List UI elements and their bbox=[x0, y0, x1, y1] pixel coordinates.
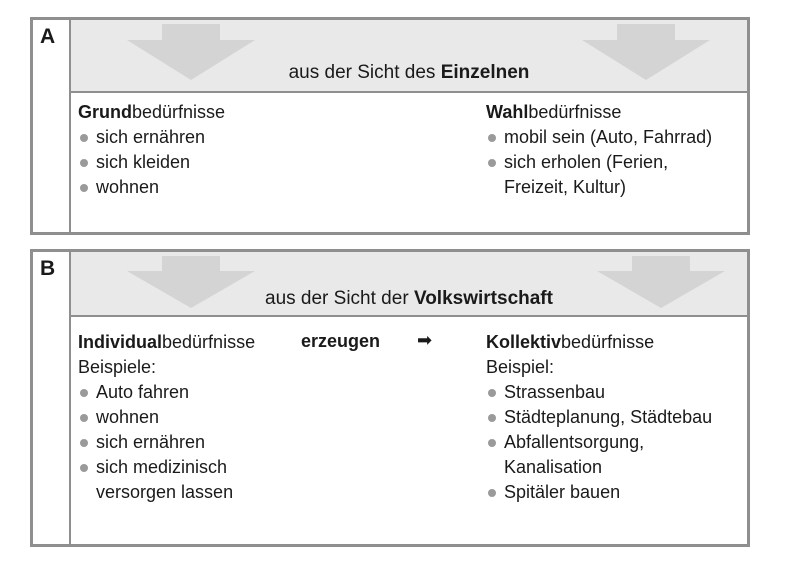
list-item: Abfallentsorgung, bbox=[486, 430, 712, 455]
bullet-icon bbox=[488, 134, 496, 142]
individual-title-rest: bedürfnisse bbox=[162, 332, 256, 352]
list-item-label: wohnen bbox=[96, 177, 160, 197]
bullet-icon bbox=[488, 439, 496, 447]
list-item-label: sich medizinisch bbox=[96, 457, 228, 477]
list-item: Städteplanung, Städtebau bbox=[486, 405, 712, 430]
panel-a-title-prefix: aus der Sicht des bbox=[288, 62, 441, 83]
list-item-label: sich erholen (Ferien, bbox=[504, 152, 669, 172]
list-item-label: Abfallentsorgung, bbox=[504, 432, 645, 452]
panel-b-title-prefix: aus der Sicht der bbox=[265, 288, 414, 309]
bullet-icon bbox=[488, 414, 496, 422]
bullet-icon bbox=[488, 389, 496, 397]
list-item-label: Städteplanung, Städtebau bbox=[504, 407, 713, 427]
grund-title-bold: Grund bbox=[78, 102, 132, 122]
bullet-icon bbox=[80, 439, 88, 447]
individual-title-bold: Individual bbox=[78, 332, 163, 352]
kollektiv-subtitle: Beispiel: bbox=[486, 357, 555, 377]
wahl-column: Wahlbedürfnisse mobil sein (Auto, Fahrra… bbox=[486, 100, 712, 200]
bullet-icon bbox=[80, 159, 88, 167]
individual-column: Individualbedürfnisse Beispiele: Auto fa… bbox=[78, 330, 255, 505]
list-item-label: Spitäler bauen bbox=[504, 482, 621, 502]
bullet-icon bbox=[488, 159, 496, 167]
list-item-label: Auto fahren bbox=[96, 382, 190, 402]
panel-b-letter: B bbox=[40, 257, 56, 280]
grund-column: Grundbedürfnisse sich ernähren sich klei… bbox=[78, 100, 225, 200]
panel-b-title: aus der Sicht der Volkswirtschaft bbox=[71, 288, 747, 310]
list-item-label: mobil sein (Auto, Fahrrad) bbox=[504, 127, 713, 147]
kollektiv-title-bold: Kollektiv bbox=[486, 332, 562, 352]
bullet-icon bbox=[80, 184, 88, 192]
list-item-label: sich kleiden bbox=[96, 152, 191, 172]
list-item: sich ernähren bbox=[78, 125, 225, 150]
wahl-title-rest: bedürfnisse bbox=[528, 102, 622, 122]
list-item-label: Kanalisation bbox=[504, 457, 603, 477]
bullet-icon bbox=[80, 389, 88, 397]
list-item: mobil sein (Auto, Fahrrad) bbox=[486, 125, 712, 150]
list-item: sich medizinisch bbox=[78, 455, 255, 480]
panel-b-letter-column: B bbox=[33, 252, 71, 544]
panel-a-letter: A bbox=[40, 25, 56, 48]
panel-a-title: aus der Sicht des Einzelnen bbox=[71, 62, 747, 84]
list-item-label: sich ernähren bbox=[96, 432, 206, 452]
list-item: sich ernähren bbox=[78, 430, 255, 455]
right-arrow-icon: ➡ bbox=[417, 330, 433, 350]
list-item: Strassenbau bbox=[486, 380, 712, 405]
wahl-title: Wahlbedürfnisse bbox=[486, 100, 712, 125]
list-item: Auto fahren bbox=[78, 380, 255, 405]
grund-title-rest: bedürfnisse bbox=[132, 102, 226, 122]
list-item: sich kleiden bbox=[78, 150, 225, 175]
kollektiv-title: Kollektivbedürfnisse bbox=[486, 330, 712, 355]
list-item-label: Freizeit, Kultur) bbox=[504, 177, 627, 197]
list-item: wohnen bbox=[78, 175, 225, 200]
bullet-icon bbox=[80, 414, 88, 422]
list-item: wohnen bbox=[78, 405, 255, 430]
kollektiv-column: Kollektivbedürfnisse Beispiel: Strassenb… bbox=[486, 330, 712, 505]
list-item-label: versorgen lassen bbox=[96, 482, 234, 502]
grund-title: Grundbedürfnisse bbox=[78, 100, 225, 125]
individual-title: Individualbedürfnisse bbox=[78, 330, 255, 355]
list-item-continuation: Kanalisation bbox=[486, 455, 712, 480]
list-item-label: sich ernähren bbox=[96, 127, 206, 147]
bullet-icon bbox=[488, 489, 496, 497]
panel-b: B aus der Sicht der Volkswirtschaft Indi… bbox=[30, 249, 750, 547]
panel-a-title-bold: Einzelnen bbox=[440, 62, 530, 83]
list-item: sich erholen (Ferien, bbox=[486, 150, 712, 175]
individual-subtitle: Beispiele: bbox=[78, 357, 157, 377]
list-item-label: Strassenbau bbox=[504, 382, 606, 402]
panel-b-title-bold: Volkswirtschaft bbox=[413, 288, 553, 309]
wahl-title-bold: Wahl bbox=[486, 102, 529, 122]
panel-a: A aus der Sicht des Einzelnen Grundbedür… bbox=[30, 17, 750, 235]
list-item-continuation: Freizeit, Kultur) bbox=[486, 175, 712, 200]
bullet-icon bbox=[80, 134, 88, 142]
middle-label: erzeugen bbox=[301, 331, 381, 351]
bullet-icon bbox=[80, 464, 88, 472]
kollektiv-title-rest: bedürfnisse bbox=[561, 332, 655, 352]
list-item-label: wohnen bbox=[96, 407, 160, 427]
panel-a-header: aus der Sicht des Einzelnen bbox=[71, 20, 747, 93]
list-item: Spitäler bauen bbox=[486, 480, 712, 505]
panel-a-letter-column: A bbox=[33, 20, 71, 232]
list-item-continuation: versorgen lassen bbox=[78, 480, 255, 505]
panel-b-header: aus der Sicht der Volkswirtschaft bbox=[71, 252, 747, 317]
